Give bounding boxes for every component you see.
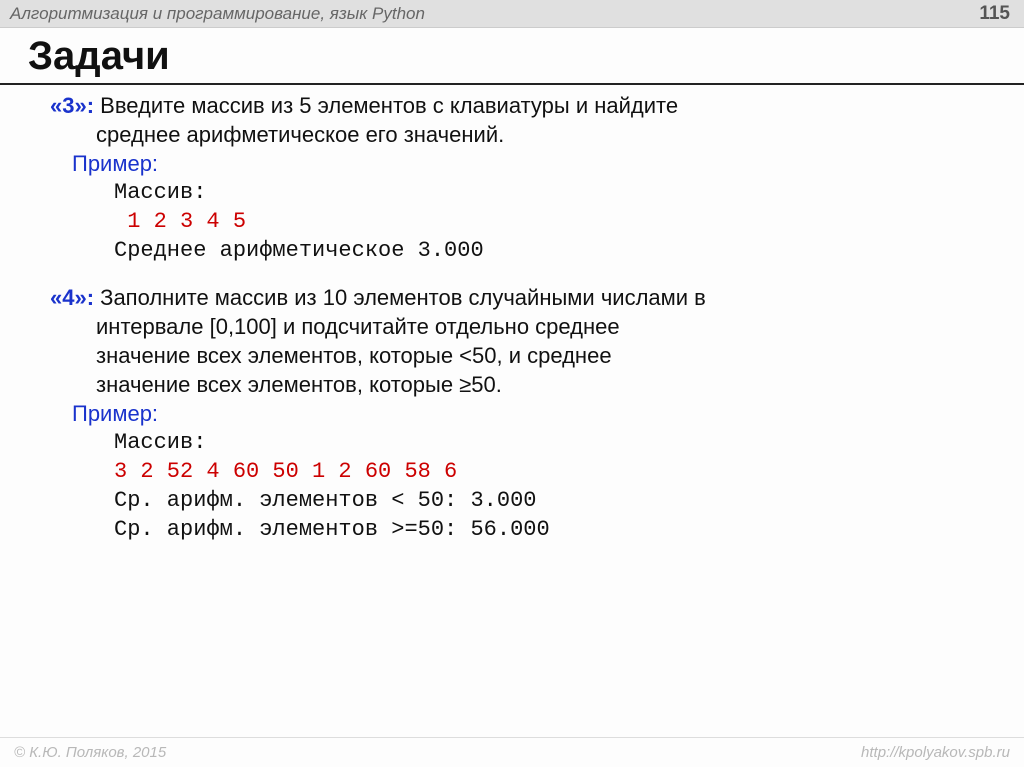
footer-url: http://kpolyakov.spb.ru xyxy=(861,744,1010,761)
task-4: «4»: Заполните массив из 10 элементов сл… xyxy=(50,283,990,544)
task-3-mono-3: Среднее арифметическое 3.000 xyxy=(50,236,990,265)
task-4-text4: значение всех элементов, которые ≥50. xyxy=(50,370,990,399)
task-4-line1: «4»: Заполните массив из 10 элементов сл… xyxy=(50,283,990,312)
task-4-label: «4»: xyxy=(50,285,94,310)
content-area: «3»: Введите массив из 5 элементов с кла… xyxy=(0,85,1024,544)
task-3-text2: среднее арифметическое его значений. xyxy=(50,120,990,149)
task-4-mono-1: Массив: xyxy=(50,428,990,457)
task-3-mono-1: Массив: xyxy=(50,178,990,207)
task-3-example-label: Пример: xyxy=(72,151,158,176)
task-3-mono-2: 1 2 3 4 5 xyxy=(50,207,990,236)
task-4-text3: значение всех элементов, которые <50, и … xyxy=(50,341,990,370)
page-number: 115 xyxy=(979,3,1010,25)
task-4-text2: интервале [0,100] и подсчитайте отдельно… xyxy=(50,312,990,341)
task-3-label: «3»: xyxy=(50,93,94,118)
course-title: Алгоритмизация и программирование, язык … xyxy=(10,4,425,24)
slide-title: Задачи xyxy=(28,34,1024,79)
task-4-mono-3: Ср. арифм. элементов < 50: 3.000 xyxy=(50,486,990,515)
task-3-text1: Введите массив из 5 элементов с клавиату… xyxy=(94,93,678,118)
task-3: «3»: Введите массив из 5 элементов с кла… xyxy=(50,91,990,265)
slide-footer: © К.Ю. Поляков, 2015 http://kpolyakov.sp… xyxy=(0,737,1024,767)
task-4-example-label: Пример: xyxy=(72,401,158,426)
task-4-mono-4: Ср. арифм. элементов >=50: 56.000 xyxy=(50,515,990,544)
copyright: © К.Ю. Поляков, 2015 xyxy=(14,744,166,761)
task-3-line1: «3»: Введите массив из 5 элементов с кла… xyxy=(50,91,990,120)
title-area: Задачи xyxy=(0,28,1024,85)
slide-header: Алгоритмизация и программирование, язык … xyxy=(0,0,1024,28)
task-4-mono-2: 3 2 52 4 60 50 1 2 60 58 6 xyxy=(50,457,990,486)
task-4-text1: Заполните массив из 10 элементов случайн… xyxy=(94,285,706,310)
